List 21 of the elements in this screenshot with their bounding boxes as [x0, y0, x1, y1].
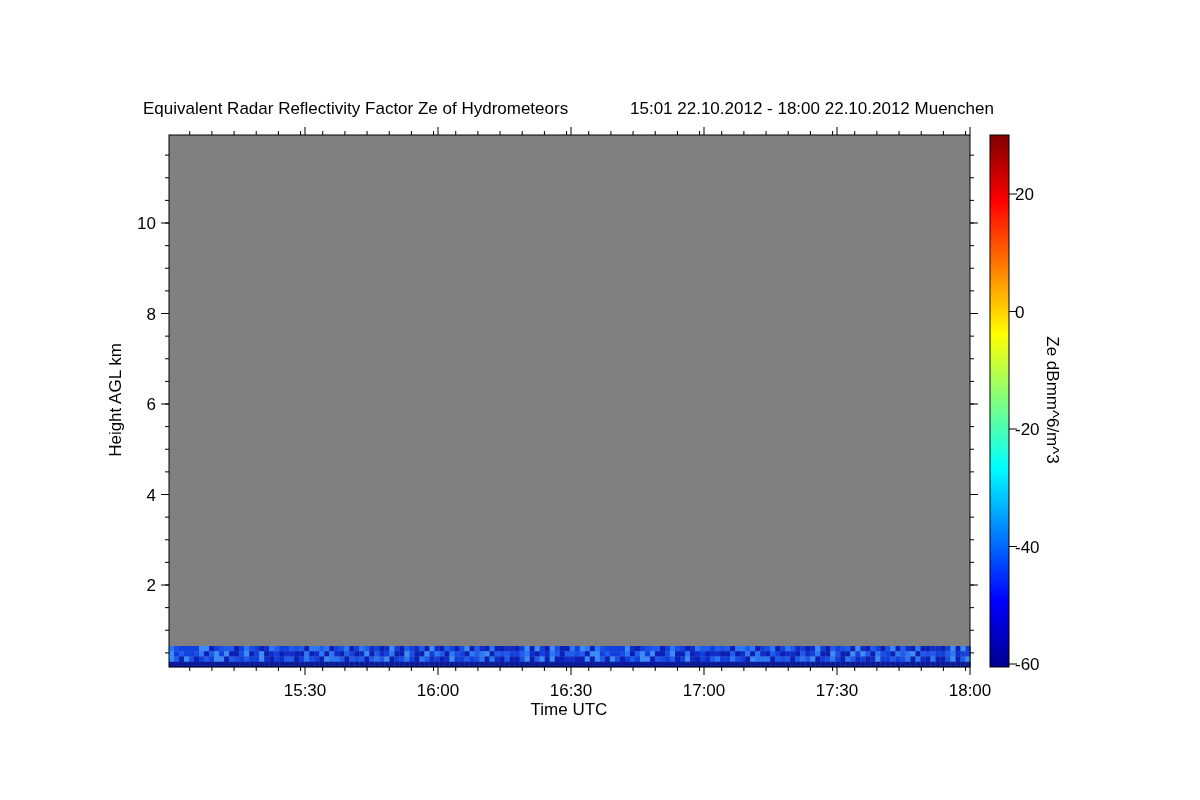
- y-tick-label: 10: [137, 214, 156, 233]
- chart-title: Equivalent Radar Reflectivity Factor Ze of Hydrometeors: [143, 99, 569, 118]
- colorbar-tick-label: -40: [1015, 537, 1040, 557]
- x-tick-label: 16:30: [549, 681, 593, 700]
- colorbar-tick-label: -60: [1015, 655, 1040, 674]
- y-tick-label: 6: [146, 395, 156, 414]
- x-tick-label: 15:30: [283, 681, 327, 700]
- colorbar-tick-label: 0: [1015, 302, 1025, 322]
- x-tick-label: 17:30: [815, 681, 859, 700]
- y-tick-label: 2: [146, 576, 156, 595]
- x-tick-label: 17:00: [682, 681, 726, 700]
- x-axis-label: Time UTC: [530, 700, 608, 719]
- y-tick-label: 4: [146, 485, 156, 505]
- x-tick-label: 16:00: [416, 681, 460, 700]
- y-tick-label: 8: [146, 304, 156, 324]
- colorbar-tick-label: 20: [1015, 185, 1034, 204]
- chart-period: 15:01 22.10.2012 - 18:00 22.10.2012 Muenchen: [630, 99, 994, 118]
- colorbar-label: Ze dBmm^6/m^3: [1043, 336, 1062, 464]
- x-tick-label: 18:00: [948, 681, 992, 700]
- colorbar-tick-label: -20: [1015, 420, 1040, 439]
- y-axis-label: Height AGL km: [106, 343, 125, 457]
